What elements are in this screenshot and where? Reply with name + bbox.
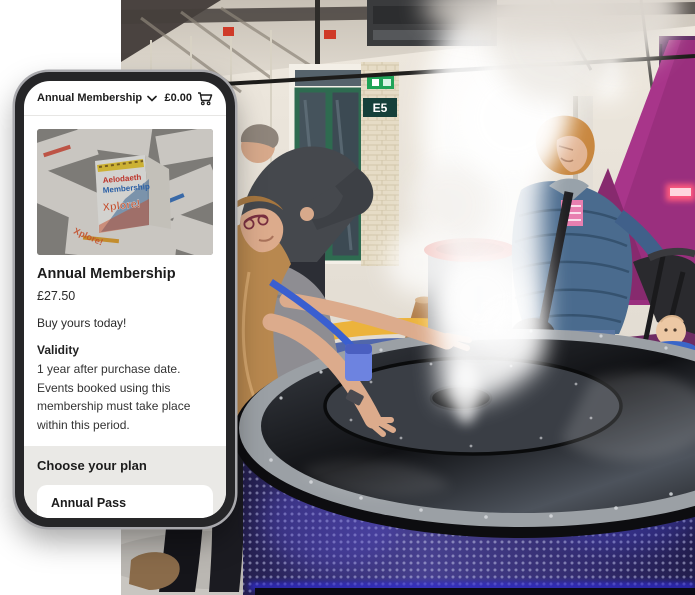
plan-option-annual-pass[interactable]: Annual Pass Unlimited annual membership [37,485,213,518]
product-selector[interactable]: Annual Membership [37,92,157,104]
plan-name: Annual Pass [51,496,199,511]
validity-text: 1 year after purchase date. Events booke… [37,360,213,434]
shop-header: Annual Membership £0.00 [24,81,226,116]
plan-section: Choose your plan Annual Pass Unlimited a… [24,446,226,518]
cart-total: £0.00 [164,92,192,104]
phone-mockup: Annual Membership £0.00 [15,72,235,527]
exit-sign [367,76,394,89]
product-details: Annual Membership £27.50 Buy yours today… [24,265,226,434]
plan-description: Unlimited annual membership [51,517,199,518]
product-tagline: Buy yours today! [37,316,213,331]
product-image: Aelodaeth Membership Xplore! Xplore! [37,129,213,255]
product-price: £27.50 [37,289,213,304]
page: E5 [0,0,695,595]
cart-button[interactable]: £0.00 [164,91,213,106]
plan-section-heading: Choose your plan [37,458,213,474]
membership-cards-art: Aelodaeth Membership Xplore! Xplore! [37,129,213,255]
shop-screen: Annual Membership £0.00 [24,81,226,518]
cart-icon [197,91,213,106]
product-selector-label: Annual Membership [37,92,142,104]
product-title: Annual Membership [37,265,213,283]
svg-text:E5: E5 [373,101,388,115]
door-number-sign: E5 [363,98,397,117]
validity-label: Validity [37,343,213,358]
chevron-down-icon [147,95,157,102]
